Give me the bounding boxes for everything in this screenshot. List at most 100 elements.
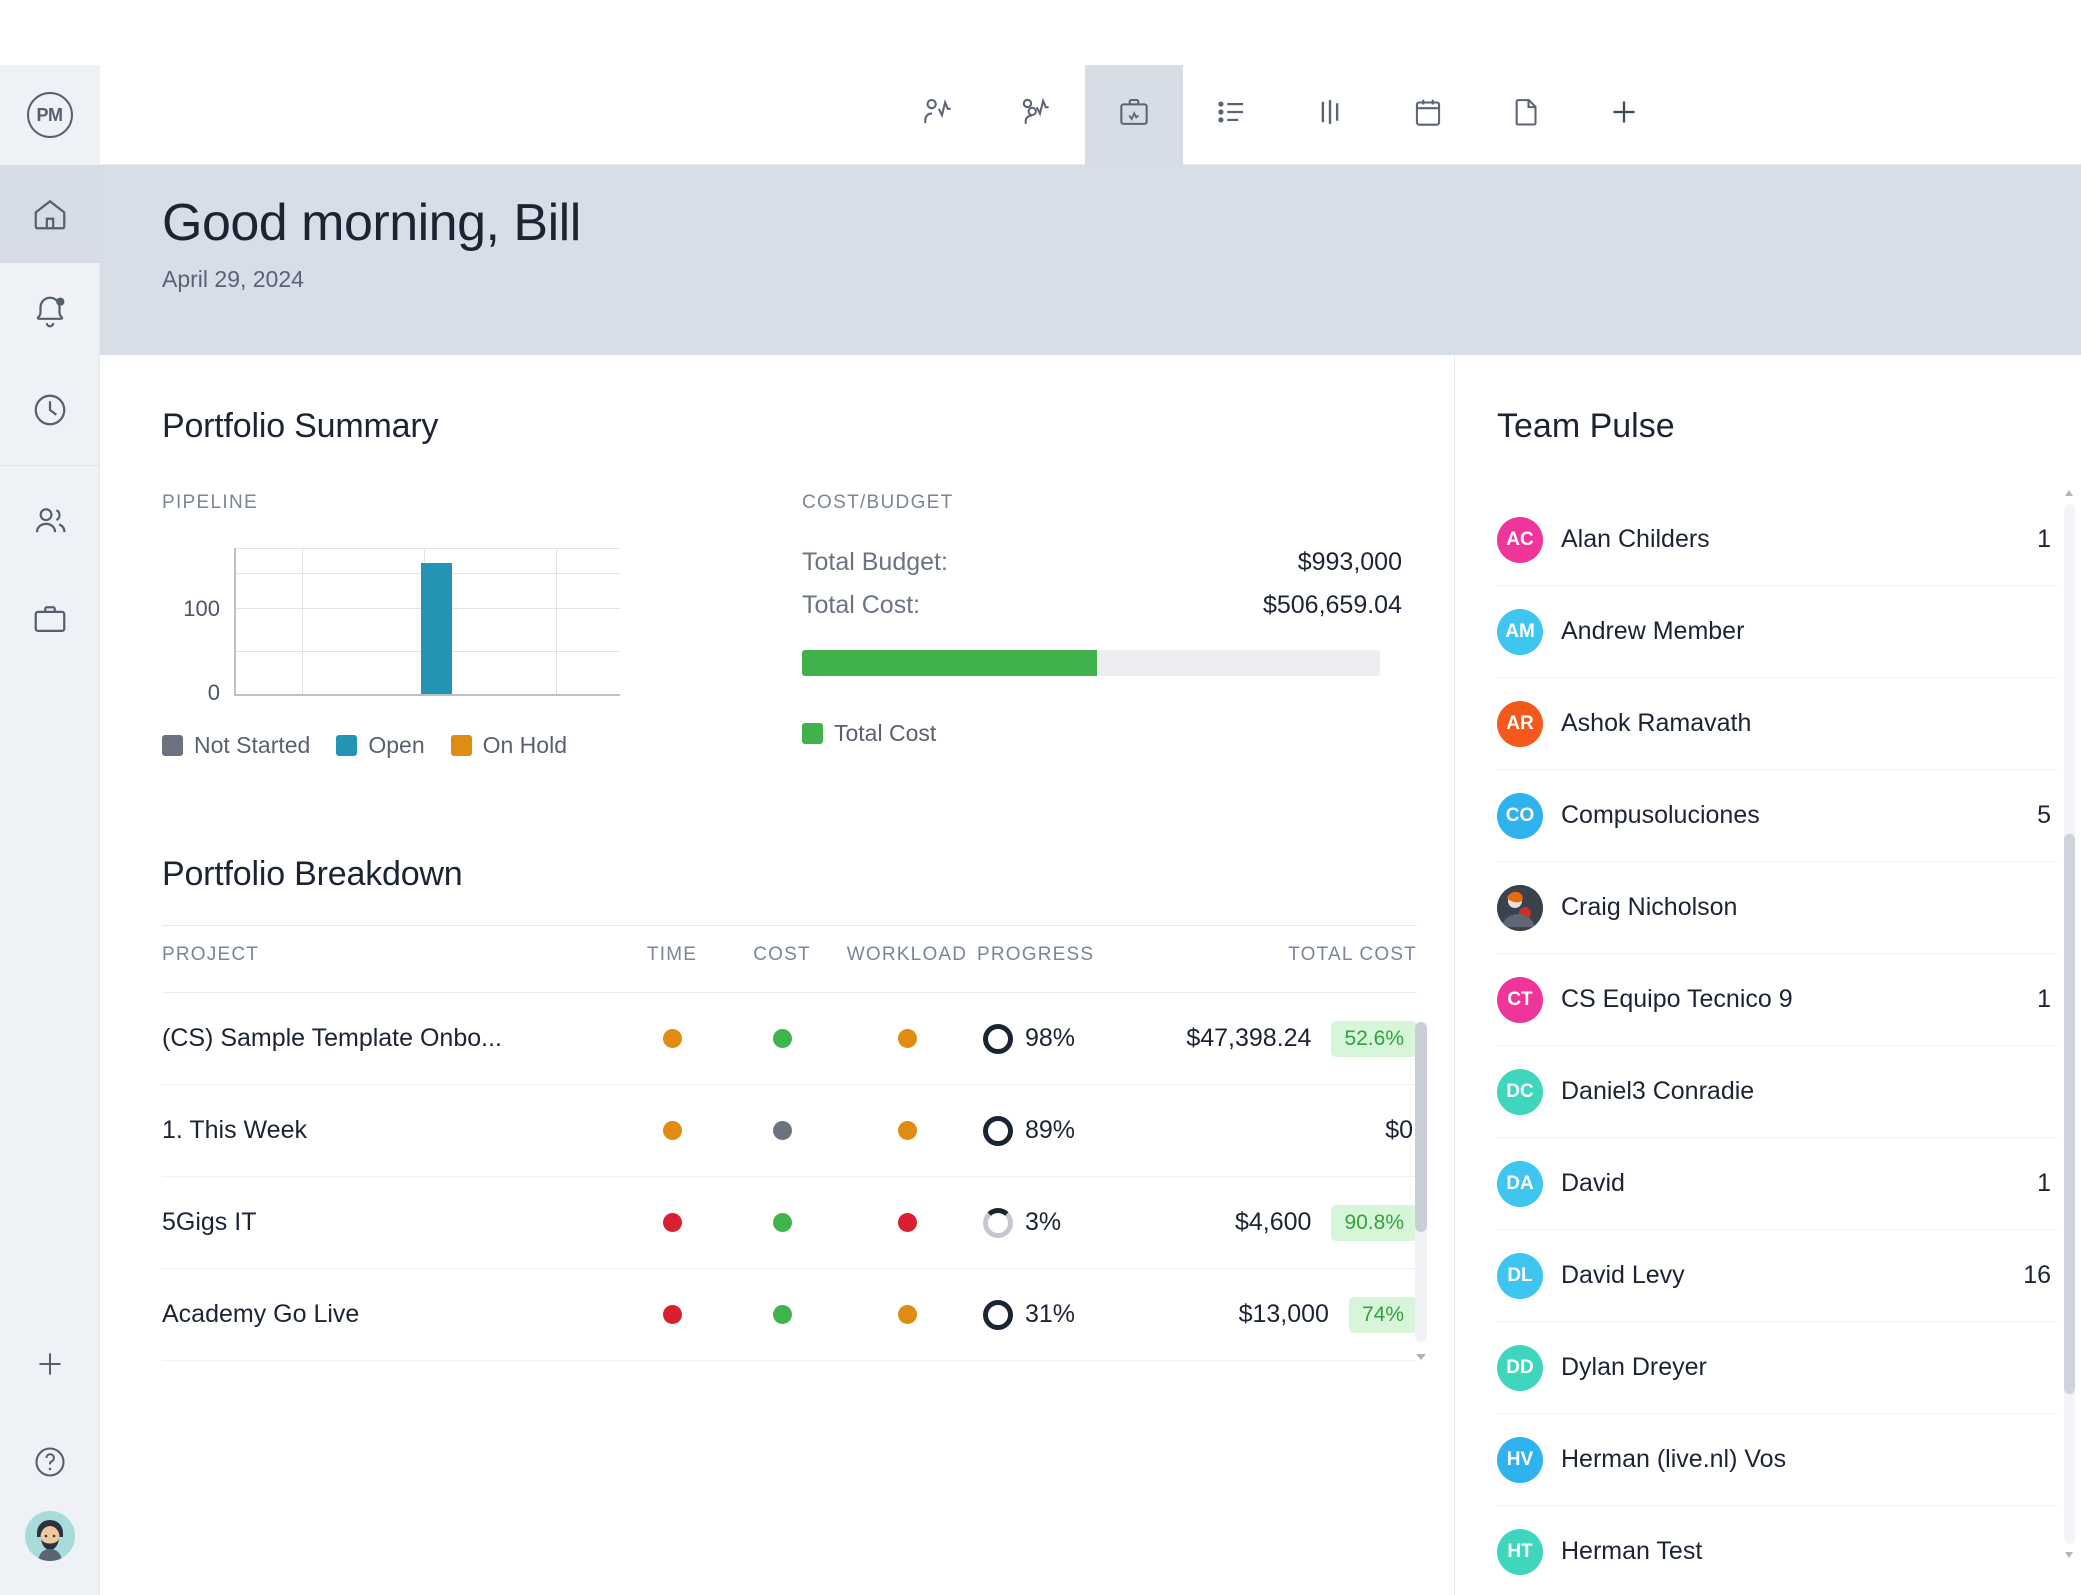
member-task-count: 16 bbox=[2023, 1261, 2057, 1290]
total-budget-value: $993,000 bbox=[1298, 548, 1402, 577]
gridline bbox=[556, 548, 557, 694]
team-pulse-row[interactable]: HVHerman (live.nl) Vos bbox=[1497, 1414, 2057, 1506]
progress-cell: 31% bbox=[977, 1300, 1202, 1330]
time-status bbox=[617, 1305, 727, 1324]
legend-item-on-hold[interactable]: On Hold bbox=[451, 732, 567, 759]
sidebar-item-people[interactable] bbox=[0, 472, 100, 570]
member-name: Herman Test bbox=[1561, 1537, 2051, 1566]
member-initials-avatar: AM bbox=[1497, 609, 1543, 655]
member-initials-avatar: CO bbox=[1497, 793, 1543, 839]
gridline bbox=[302, 548, 303, 694]
section-divider bbox=[162, 925, 1417, 926]
legend-item-open[interactable]: Open bbox=[336, 732, 424, 759]
member-task-count: 1 bbox=[2037, 985, 2057, 1014]
table-scrollbar[interactable] bbox=[1415, 1022, 1427, 1342]
document-icon bbox=[1507, 93, 1545, 136]
y-tick-100: 100 bbox=[183, 596, 220, 622]
table-row[interactable]: Academy Go Live31%$13,00074% bbox=[162, 1269, 1417, 1361]
legend-swatch bbox=[336, 735, 357, 756]
sidebar-item-portfolio[interactable] bbox=[0, 570, 100, 668]
progress-cell: 89% bbox=[977, 1116, 1202, 1146]
legend-item-not-started[interactable]: Not Started bbox=[162, 732, 310, 759]
team-pulse-row[interactable]: ACAlan Childers1 bbox=[1497, 494, 2057, 586]
table-row[interactable]: (CS) Sample Template Onbo...98%$47,398.2… bbox=[162, 993, 1417, 1085]
y-tick-0: 0 bbox=[208, 680, 220, 706]
member-name: Compusoluciones bbox=[1561, 801, 2037, 830]
tab-add-view[interactable] bbox=[1575, 65, 1673, 165]
cost-percent-badge: 74% bbox=[1349, 1297, 1417, 1333]
sidebar-item-timesheets[interactable] bbox=[0, 361, 100, 459]
progress-ring-icon bbox=[983, 1300, 1013, 1330]
member-name: Andrew Member bbox=[1561, 617, 2051, 646]
people-activity-icon bbox=[1017, 93, 1055, 136]
cost-status bbox=[727, 1121, 837, 1140]
member-initials-avatar: CT bbox=[1497, 977, 1543, 1023]
member-initials-avatar: DC bbox=[1497, 1069, 1543, 1115]
team-pulse-scrollbar[interactable] bbox=[2064, 504, 2075, 1544]
team-pulse-column: Team Pulse ACAlan Childers1AMAndrew Memb… bbox=[1455, 355, 2081, 1595]
tab-list-view[interactable] bbox=[1183, 65, 1281, 165]
sidebar-item-help[interactable] bbox=[0, 1413, 100, 1511]
tab-calendar-view[interactable] bbox=[1379, 65, 1477, 165]
table-row[interactable]: 1. This Week89%$0 bbox=[162, 1085, 1417, 1177]
scroll-down-arrow-icon[interactable] bbox=[2065, 1552, 2073, 1558]
team-pulse-row[interactable]: AM Andrew Member bbox=[1497, 586, 2057, 678]
cost-status bbox=[727, 1213, 837, 1232]
legend-label: On Hold bbox=[483, 732, 567, 759]
tab-my-work[interactable] bbox=[889, 65, 987, 165]
portfolio-breakdown: Portfolio Breakdown PROJECT TIME COST WO… bbox=[162, 855, 1454, 1361]
briefcase-chart-icon bbox=[1115, 93, 1153, 136]
total-cost-value: $506,659.04 bbox=[1263, 591, 1402, 620]
briefcase-icon bbox=[31, 600, 69, 638]
team-pulse-row[interactable]: HT Herman Test bbox=[1497, 1506, 2057, 1595]
member-photo-avatar bbox=[1497, 885, 1543, 931]
sidebar-item-home[interactable] bbox=[0, 165, 100, 263]
view-toolbar bbox=[100, 65, 2081, 165]
member-initials-avatar: HT bbox=[1497, 1529, 1543, 1575]
user-avatar[interactable] bbox=[25, 1511, 75, 1561]
table-row[interactable]: 5Gigs IT3%$4,60090.8% bbox=[162, 1177, 1417, 1269]
summary-grid: PIPELINE 100 0 bbox=[162, 492, 1454, 759]
member-name: Dylan Dreyer bbox=[1561, 1353, 2051, 1382]
progress-value: 3% bbox=[1025, 1208, 1061, 1237]
member-name: CS Equipo Tecnico 9 bbox=[1561, 985, 2037, 1014]
legend-label: Not Started bbox=[194, 732, 310, 759]
app-logo[interactable]: PM bbox=[0, 65, 100, 165]
scroll-up-arrow-icon[interactable] bbox=[2065, 490, 2073, 496]
team-pulse-row[interactable]: DLDavid Levy16 bbox=[1497, 1230, 2057, 1322]
project-name: 1. This Week bbox=[162, 1116, 617, 1145]
workload-status bbox=[837, 1029, 977, 1048]
team-pulse-row[interactable]: CT CS Equipo Tecnico 91 bbox=[1497, 954, 2057, 1046]
tab-board-view[interactable] bbox=[1281, 65, 1379, 165]
team-pulse-row[interactable]: ARAshok Ramavath bbox=[1497, 678, 2057, 770]
workload-status bbox=[837, 1305, 977, 1324]
scroll-down-arrow-icon[interactable] bbox=[1416, 1354, 1426, 1360]
scrollbar-thumb[interactable] bbox=[1415, 1022, 1427, 1232]
cost-percent-badge: 90.8% bbox=[1331, 1205, 1417, 1241]
progress-value: 31% bbox=[1025, 1300, 1075, 1329]
member-name: Ashok Ramavath bbox=[1561, 709, 2051, 738]
legend-swatch bbox=[162, 735, 183, 756]
people-icon bbox=[31, 502, 69, 540]
tab-team-activity[interactable] bbox=[987, 65, 1085, 165]
scrollbar-thumb[interactable] bbox=[2064, 834, 2075, 1394]
member-name: Craig Nicholson bbox=[1561, 893, 2051, 922]
team-pulse-row[interactable]: DCDaniel3 Conradie bbox=[1497, 1046, 2057, 1138]
team-pulse-row[interactable]: Craig Nicholson bbox=[1497, 862, 2057, 954]
tab-portfolio[interactable] bbox=[1085, 65, 1183, 165]
team-pulse-row[interactable]: COCompusoluciones5 bbox=[1497, 770, 2057, 862]
column-header-workload: WORKLOAD bbox=[837, 944, 977, 966]
sidebar-item-add[interactable] bbox=[0, 1315, 100, 1413]
team-pulse-row[interactable]: DDDylan Dreyer bbox=[1497, 1322, 2057, 1414]
progress-value: 98% bbox=[1025, 1024, 1075, 1053]
column-header-cost: COST bbox=[727, 944, 837, 966]
budget-legend: Total Cost bbox=[802, 720, 1402, 747]
tab-document-view[interactable] bbox=[1477, 65, 1575, 165]
bar-open[interactable] bbox=[421, 563, 452, 694]
bell-icon bbox=[31, 293, 69, 331]
team-pulse-row[interactable]: DADavid1 bbox=[1497, 1138, 2057, 1230]
sidebar-item-notifications[interactable] bbox=[0, 263, 100, 361]
legend-swatch bbox=[451, 735, 472, 756]
legend-swatch bbox=[802, 723, 823, 744]
total-cost-value: $4,600 bbox=[1235, 1208, 1315, 1237]
